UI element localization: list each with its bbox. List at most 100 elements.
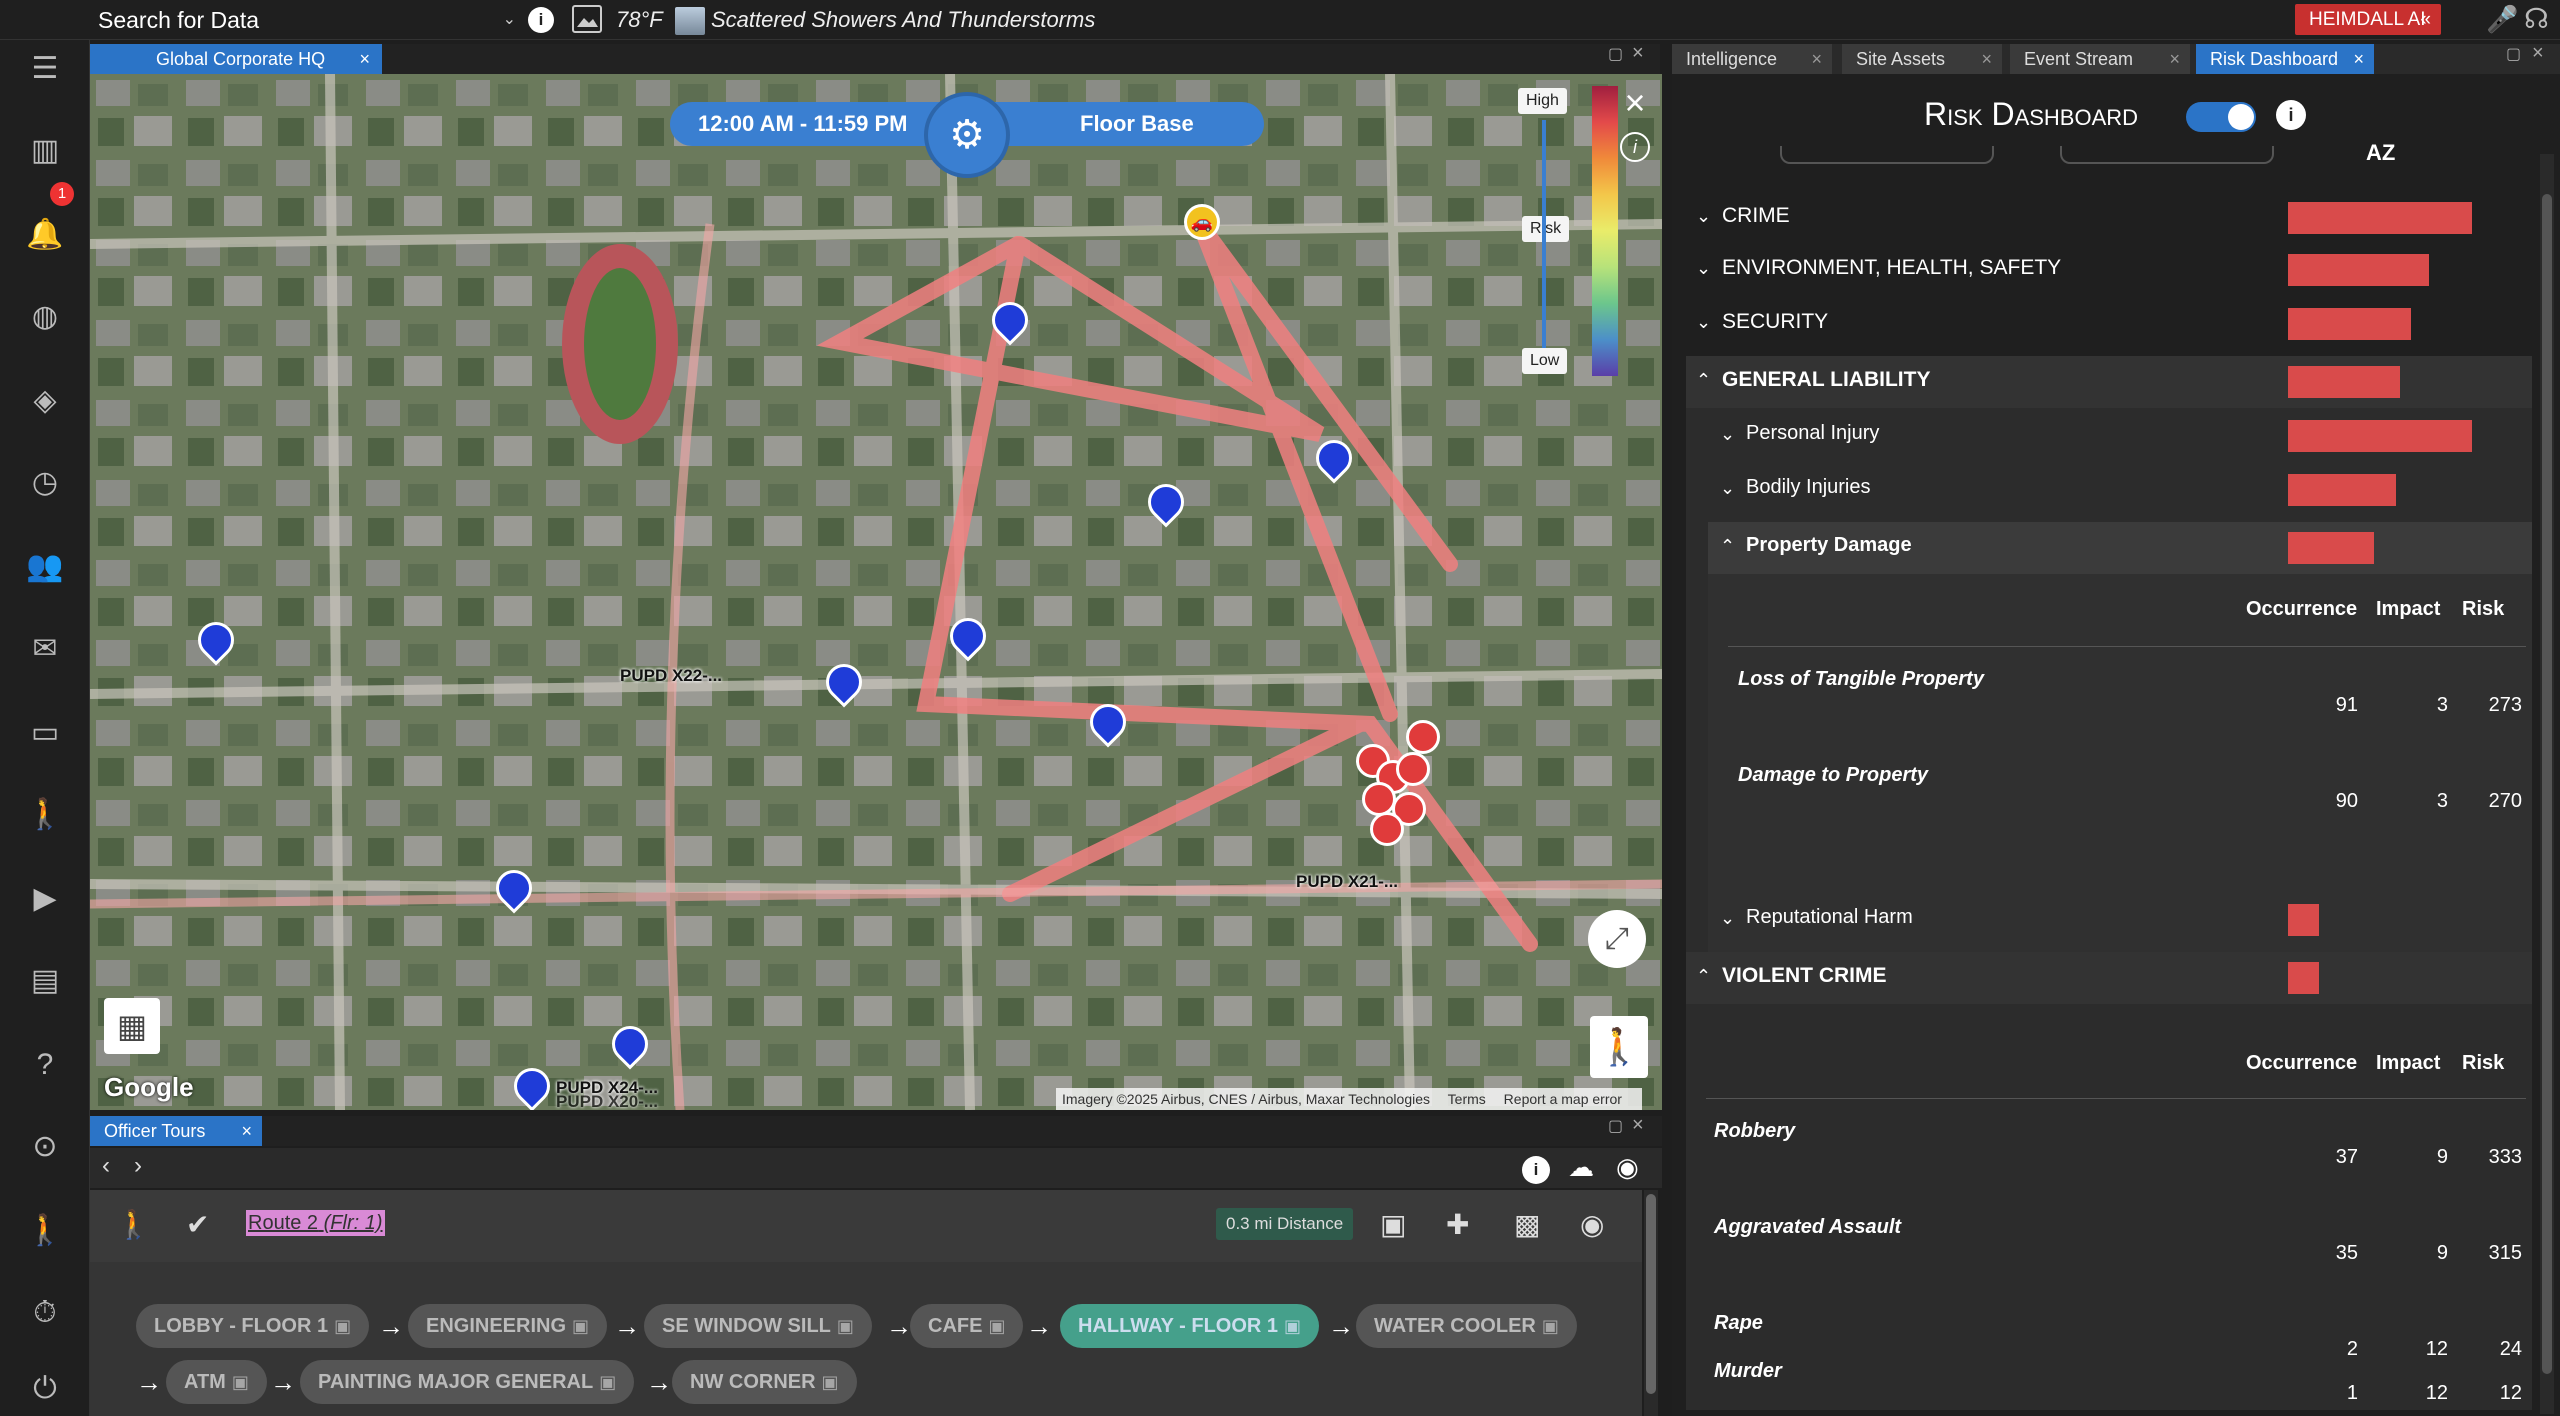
microphone-icon[interactable]: 🎤 (2486, 4, 2518, 35)
route-name-field[interactable]: Route 2 (Flr: 1) (246, 1210, 385, 1236)
category-row[interactable]: ⌄ SECURITY (1686, 298, 2532, 348)
maximize-icon[interactable]: ▢ (2506, 44, 2521, 64)
tab-risk-dashboard[interactable]: Risk Dashboard × (2196, 44, 2374, 74)
filter-control[interactable] (1780, 146, 1994, 164)
headset-icon[interactable]: ☊ (2524, 2, 2549, 35)
route-stop[interactable]: PAINTING MAJOR GENERAL ▣ (300, 1360, 635, 1404)
close-icon[interactable]: × (1811, 44, 1822, 74)
category-row[interactable]: ⌄ CRIME (1686, 192, 2532, 242)
general-liability-row[interactable]: ⌃ GENERAL LIABILITY (1686, 356, 2532, 408)
report-icon[interactable]: ▤ (26, 962, 64, 1000)
close-icon[interactable]: × (241, 1116, 252, 1146)
globe-icon[interactable]: ◍ (26, 298, 64, 336)
tab-officer-tours[interactable]: Officer Tours × (90, 1116, 262, 1146)
report-link[interactable]: Report a map error (1504, 1091, 1622, 1107)
grid-icon[interactable]: ▦ (104, 998, 160, 1054)
legend-slider-track[interactable] (1542, 120, 1546, 348)
left-nav-rail: ☰ ▥ 🔔 1 ◍ ◈ ◷ 👥 ✉ ▭ 🚶 ▶ ▤ ? ⊙ 🚶 ⏱ ⏻ (0, 40, 90, 1416)
category-row[interactable]: ⌄ ENVIRONMENT, HEALTH, SAFETY (1686, 244, 2532, 294)
arrow-right-icon: → (614, 1311, 640, 1341)
incident-pin-icon[interactable] (1370, 812, 1404, 846)
incident-pin-icon[interactable] (1362, 782, 1396, 816)
tours-scrollbar[interactable] (1644, 1190, 1658, 1416)
property-damage-row[interactable]: ⌃ Property Damage (1708, 522, 2532, 574)
scroll-thumb[interactable] (1646, 1194, 1656, 1394)
close-panel-icon[interactable]: × (2532, 42, 2544, 65)
close-icon[interactable]: × (2169, 44, 2180, 74)
walker-icon[interactable]: 🚶 (26, 796, 64, 834)
info-icon[interactable]: i (1522, 1156, 1550, 1184)
info-icon[interactable]: i (2276, 100, 2306, 130)
vehicle-icon[interactable]: 🚗 (1184, 204, 1220, 240)
map-icon[interactable]: ▥ (26, 132, 64, 170)
violent-crime-row[interactable]: ⌃ VIOLENT CRIME (1686, 952, 2532, 1004)
route-stop[interactable]: ENGINEERING ▣ (408, 1304, 608, 1348)
route-stop-active[interactable]: HALLWAY - FLOOR 1 ▣ (1060, 1304, 1320, 1348)
chevron-right-icon[interactable]: › (134, 1152, 142, 1180)
route-stop[interactable]: NW CORNER ▣ (672, 1360, 857, 1404)
sort-az-icon[interactable]: AZ (2366, 140, 2395, 166)
fullscreen-icon[interactable]: ⤢ (1588, 910, 1646, 968)
search-data-dropdown[interactable]: Search for Data ⌄ (92, 3, 522, 37)
eye-icon[interactable]: ◉ (1616, 1152, 1639, 1183)
add-stop-icon[interactable]: ✚ (1446, 1208, 1469, 1241)
info-icon[interactable]: i (1620, 132, 1650, 162)
maximize-icon[interactable]: ▢ (1608, 44, 1623, 64)
badge-icon[interactable]: ▣ (1380, 1208, 1406, 1241)
close-icon[interactable]: × (2353, 44, 2364, 74)
close-icon[interactable]: × (1981, 44, 1992, 74)
subcategory-row[interactable]: ⌄ Personal Injury (1686, 410, 2532, 460)
layers-icon[interactable]: ◈ (26, 382, 64, 420)
bell-icon[interactable]: 🔔 (26, 216, 64, 254)
power-icon[interactable]: ⏻ (26, 1370, 64, 1408)
location-broadcast-icon[interactable]: ⊙ (26, 1128, 64, 1166)
incident-pin-icon[interactable] (1406, 720, 1440, 754)
terms-link[interactable]: Terms (1448, 1091, 1486, 1107)
close-icon[interactable]: × (359, 44, 370, 74)
close-icon[interactable]: × (1618, 85, 1652, 121)
subcategory-row[interactable]: ⌄ Bodily Injuries (1686, 464, 2532, 514)
tab-event-stream[interactable]: Event Stream × (2010, 44, 2190, 74)
floor-selector[interactable]: Floor Base (970, 102, 1264, 146)
briefcase-icon[interactable]: ▩ (1514, 1208, 1540, 1241)
close-panel-icon[interactable]: × (1632, 42, 1644, 65)
people-icon[interactable]: 👥 (26, 548, 64, 586)
route-stop[interactable]: WATER COOLER ▣ (1356, 1304, 1577, 1348)
chevron-left-icon[interactable]: ‹ (102, 1152, 110, 1180)
heimdall-ai-button[interactable]: HEIMDALL AI « (2295, 4, 2441, 35)
route-stop[interactable]: ATM ▣ (166, 1360, 267, 1404)
tab-intelligence[interactable]: Intelligence × (1672, 44, 1832, 74)
satellite-map[interactable]: 🚗 PUPD X22-... PUPD X21-... PUPD X24-...… (90, 74, 1662, 1110)
route-stop[interactable]: LOBBY - FLOOR 1 ▣ (136, 1304, 370, 1348)
brain-icon[interactable]: ⚙ (924, 92, 1010, 178)
close-panel-icon[interactable]: × (1632, 1114, 1644, 1137)
inbox-icon[interactable]: ✉ (26, 630, 64, 668)
maximize-icon[interactable]: ▢ (1608, 1116, 1623, 1136)
subcategory-label: Bodily Injuries (1746, 476, 1871, 498)
subcategory-row[interactable]: ⌄ Reputational Harm (1686, 894, 2532, 944)
incident-pin-icon[interactable] (1396, 752, 1430, 786)
cloud-download-icon[interactable]: ☁ (1568, 1152, 1594, 1183)
eye-icon[interactable]: ◉ (1580, 1208, 1604, 1241)
route-stop[interactable]: SE WINDOW SILL ▣ (644, 1304, 872, 1348)
patrol-icon[interactable]: 🚶 (26, 1212, 64, 1250)
info-icon[interactable]: i (528, 7, 554, 33)
street-view-icon[interactable]: 🚶 (1590, 1016, 1648, 1078)
clock-icon[interactable]: ◷ (26, 464, 64, 502)
filter-control[interactable] (2060, 146, 2274, 164)
camera-icon[interactable]: ▶ (26, 880, 64, 918)
card-icon[interactable]: ▭ (26, 714, 64, 752)
impact-value: 3 (2436, 790, 2448, 812)
route-stop[interactable]: CAFE ▣ (910, 1304, 1024, 1348)
check-circle-icon[interactable]: ✔ (186, 1208, 209, 1241)
menu-icon[interactable]: ☰ (26, 50, 64, 88)
scroll-thumb[interactable] (2542, 194, 2552, 1374)
dashboard-toggle[interactable] (2186, 102, 2256, 132)
chevron-down-icon: ⌄ (1720, 424, 1736, 444)
tab-site-assets[interactable]: Site Assets × (1842, 44, 2002, 74)
help-icon[interactable]: ? (26, 1046, 64, 1084)
time-range-button[interactable]: 12:00 AM - 11:59 PM (670, 102, 960, 146)
timer-icon[interactable]: ⏱ (26, 1294, 64, 1332)
image-icon[interactable] (572, 5, 602, 33)
tab-global-corporate-hq[interactable]: Global Corporate HQ × (90, 44, 382, 74)
